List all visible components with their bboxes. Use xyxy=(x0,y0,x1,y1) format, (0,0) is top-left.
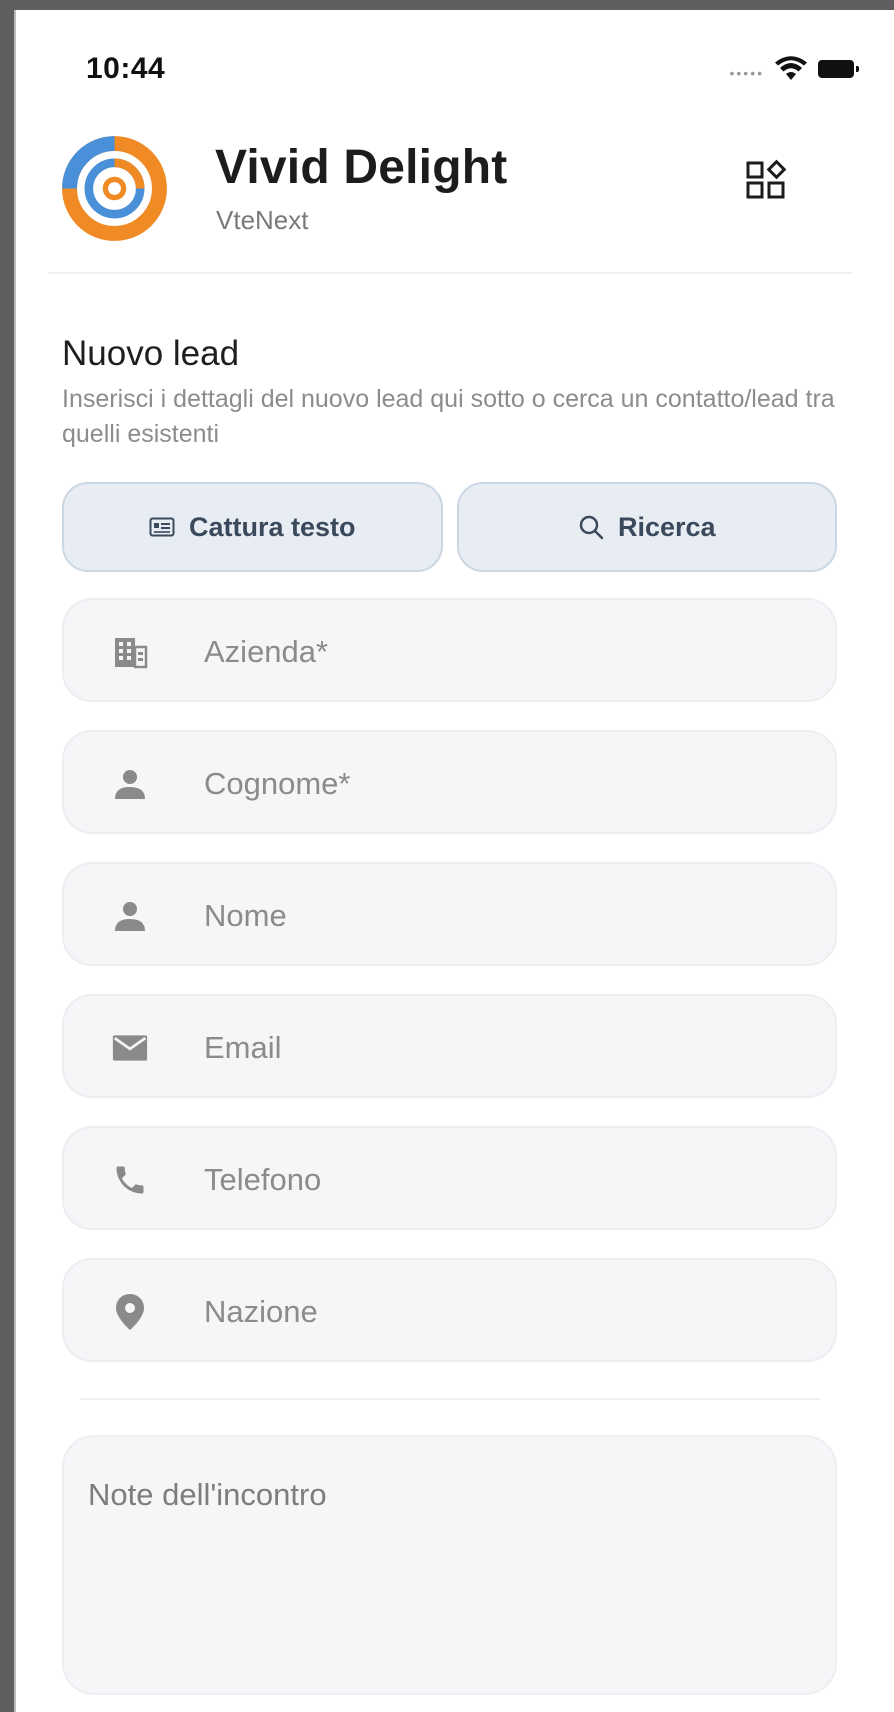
app-subtitle: VteNext xyxy=(216,205,309,235)
building-icon xyxy=(112,634,148,670)
wifi-icon xyxy=(775,56,807,80)
signal-dots-icon: ••••• xyxy=(729,65,764,81)
surname-field[interactable] xyxy=(62,730,837,834)
search-icon xyxy=(579,515,604,540)
search-label: Ricerca xyxy=(617,511,716,542)
text-scan-icon xyxy=(149,517,175,537)
header-divider xyxy=(48,272,852,274)
target-ring-logo xyxy=(62,136,167,241)
app-title: Vivid Delight xyxy=(215,141,508,194)
surname-input[interactable] xyxy=(204,756,804,812)
person-icon xyxy=(112,766,148,802)
apps-button[interactable] xyxy=(736,150,796,210)
country-field[interactable] xyxy=(62,1258,837,1362)
meeting-notes-field[interactable] xyxy=(62,1435,837,1695)
country-input[interactable] xyxy=(204,1284,804,1340)
phone-input[interactable] xyxy=(204,1152,804,1208)
status-bar: 10:44 ••••• xyxy=(16,10,894,110)
mail-icon xyxy=(112,1030,148,1066)
action-row: Cattura testo Ricerca xyxy=(62,482,837,572)
company-field[interactable] xyxy=(62,598,837,702)
status-icons: ••••• xyxy=(729,56,859,82)
first-name-input[interactable] xyxy=(204,888,804,944)
page-title: Nuovo lead xyxy=(62,334,240,373)
phone-icon xyxy=(112,1162,148,1198)
company-input[interactable] xyxy=(204,624,804,680)
capture-text-button[interactable]: Cattura testo xyxy=(62,482,443,572)
app-header: Vivid Delight VteNext xyxy=(16,120,894,270)
apps-grid-icon xyxy=(746,159,787,199)
location-pin-icon xyxy=(112,1294,148,1330)
phone-field[interactable] xyxy=(62,1126,837,1230)
first-name-field[interactable] xyxy=(62,862,837,966)
email-input[interactable] xyxy=(204,1020,804,1076)
window-frame-top xyxy=(0,0,894,10)
search-button[interactable]: Ricerca xyxy=(456,482,837,572)
meeting-notes-input[interactable] xyxy=(88,1477,808,1677)
status-time: 10:44 xyxy=(86,52,166,85)
person-icon xyxy=(112,898,148,934)
window-frame-left xyxy=(0,0,14,1712)
battery-icon xyxy=(818,60,859,78)
email-field[interactable] xyxy=(62,994,837,1098)
capture-text-label: Cattura testo xyxy=(188,511,356,542)
form-divider xyxy=(80,1398,820,1400)
page-description: Inserisci i dettagli del nuovo lead qui … xyxy=(62,385,835,448)
